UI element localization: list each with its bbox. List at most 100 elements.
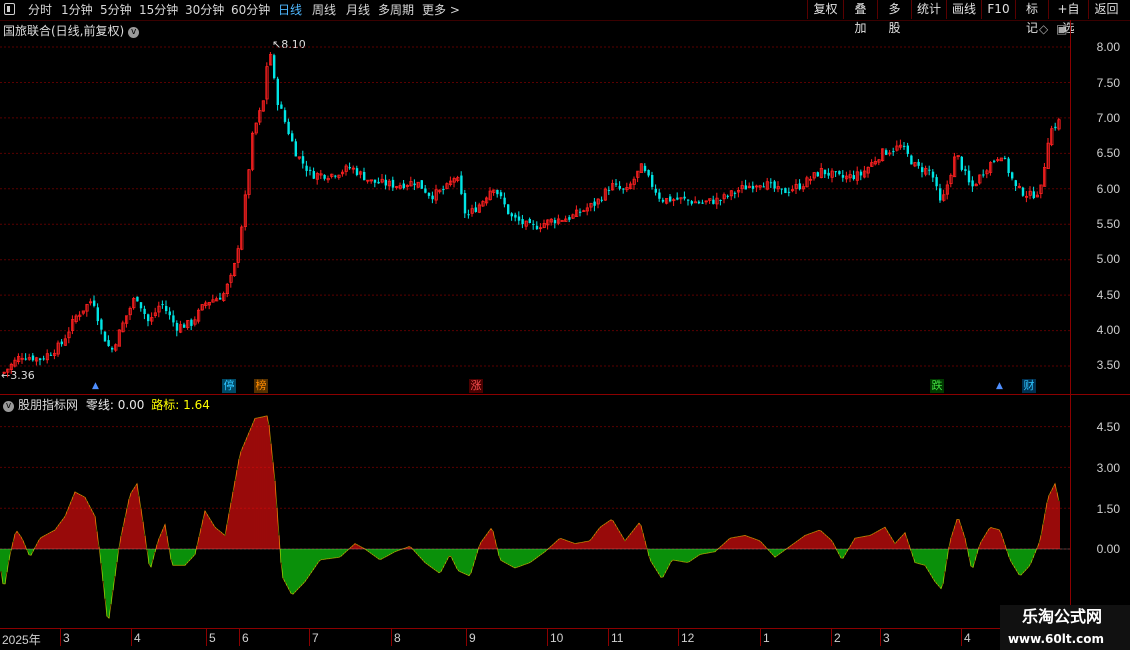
price-tick: 5.50 [1096,217,1120,231]
candle-body [1021,187,1025,196]
draw-line-button[interactable]: 画线 [946,0,981,19]
candle-body [219,297,222,300]
candle-body [834,171,837,173]
candle-body [971,180,974,187]
date-tick [391,629,392,646]
date-tick [309,629,310,646]
candle-body [841,175,845,178]
date-tick [831,629,832,646]
candle-body [528,219,531,223]
candle-body [348,167,351,169]
candle-body [373,179,377,183]
candle-body [183,324,186,328]
period-tab-weekly[interactable]: 周线 [312,1,336,19]
overlay-button[interactable]: 叠加 [843,0,877,35]
candlestick-chart[interactable] [0,20,1070,400]
candle-body [669,196,672,202]
statistics-button[interactable]: 统计 [911,0,946,19]
candle-body [921,167,924,173]
candle-body [136,296,139,302]
candle-body [654,188,657,193]
period-tab-1min[interactable]: 1分钟 [61,1,93,19]
date-tick [131,629,132,646]
candle-body [363,172,366,181]
candle-body [521,219,524,225]
period-tab-multi[interactable]: 多周期 [378,1,414,19]
candle-body [787,191,791,193]
candle-body [24,358,27,360]
period-tab-5min[interactable]: 5分钟 [100,1,132,19]
candle-body [579,211,582,213]
candle-body [474,207,477,212]
f10-button[interactable]: F10 [981,0,1015,19]
price-tick: 4.50 [1096,288,1120,302]
candle-body [600,199,603,201]
candle-body [917,161,920,166]
candle-body [384,179,387,186]
date-label: 2 [834,631,841,645]
period-tab-30min[interactable]: 30分钟 [185,1,224,19]
date-label: 11 [611,631,624,645]
period-tab-60min[interactable]: 60分钟 [231,1,270,19]
date-tick [239,629,240,646]
date-label: 1 [763,631,770,645]
back-button[interactable]: 返回 [1088,0,1124,19]
candle-body [773,181,776,189]
candle-body [622,188,625,190]
period-tab-monthly[interactable]: 月线 [346,1,370,19]
candle-body [784,188,787,194]
mark-button[interactable]: 标记 [1015,0,1048,35]
candle-body [982,174,985,176]
candle-body [964,169,967,171]
price-tick: 7.50 [1096,76,1120,90]
date-tick [880,629,881,646]
candle-body [532,223,535,225]
candle-body [852,175,855,180]
candle-body [39,358,42,361]
date-label: 4 [964,631,971,645]
date-label: 3 [883,631,890,645]
candle-body [910,155,913,165]
date-label: 7 [312,631,319,645]
candle-body [147,314,150,322]
fuquan-button[interactable]: 复权 [807,0,843,19]
candle-body [928,169,931,171]
candle-body [291,133,294,142]
candle-body [507,204,510,214]
candle-body [517,216,521,221]
candle-body [719,200,722,202]
candle-body [960,156,963,170]
candle-body [93,300,96,306]
candle-body [859,171,863,176]
candle-body [427,192,431,196]
period-tab-15min[interactable]: 15分钟 [139,1,178,19]
candle-body [301,156,305,164]
candle-body [100,319,103,330]
menu-icon[interactable] [4,3,15,15]
period-tab-daily[interactable]: 日线 [278,1,302,19]
candle-body [323,174,326,179]
date-label: 10 [550,631,564,645]
candle-body [510,213,513,217]
candle-body [280,104,283,109]
candle-body [496,189,499,195]
candle-body [424,188,427,193]
candle-body [273,55,276,79]
date-label: 9 [469,631,476,645]
candle-body [693,201,698,204]
indicator-histogram[interactable] [0,396,1070,628]
candle-body [993,160,996,162]
multi-stock-button[interactable]: 多股 [877,0,911,35]
candle-body [618,185,621,189]
period-tab-more[interactable]: 更多 > [422,1,460,19]
date-label: 8 [394,631,401,645]
add-watchlist-button[interactable]: +自选 [1048,0,1088,35]
candle-body [31,355,35,361]
candle-body [190,319,193,326]
indicator-tick: 4.50 [1096,420,1120,434]
price-tick: 6.50 [1096,146,1120,160]
candle-body [903,145,906,147]
candle-body [111,347,114,350]
period-tab-fenshi[interactable]: 分时 [28,1,52,19]
candle-body [467,214,470,216]
